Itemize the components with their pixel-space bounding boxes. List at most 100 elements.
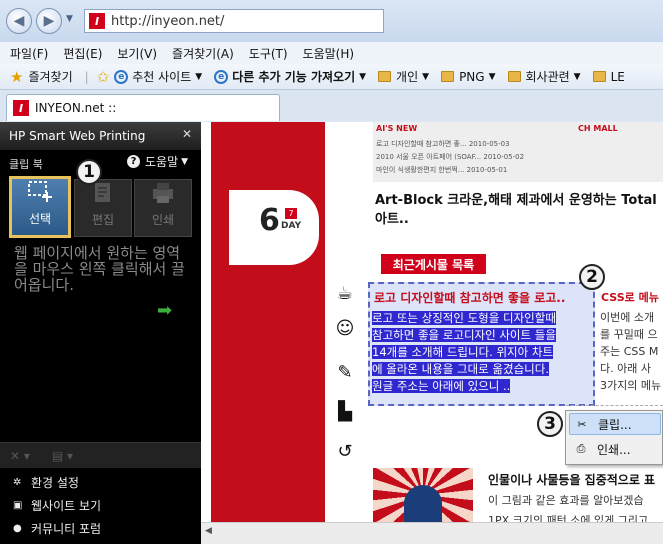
fav-folder-company[interactable]: 회사관련 ▼ bbox=[507, 68, 581, 85]
css-line: 이번에 소개 bbox=[600, 311, 655, 324]
favorites-label: 즐겨찾기 bbox=[28, 70, 73, 84]
add-favorite-icon: ✩ bbox=[96, 67, 110, 86]
user-icon: ● bbox=[13, 523, 22, 534]
document-icon[interactable]: ▤ ▾ bbox=[52, 449, 73, 463]
tab-inyeon[interactable]: I INYEON.net :: bbox=[6, 94, 280, 121]
coffee-icon[interactable]: ☕ bbox=[333, 283, 357, 304]
context-print-label: 인쇄... bbox=[597, 442, 631, 457]
menu-view[interactable]: 보기(V) bbox=[117, 45, 157, 62]
community-link[interactable]: ● 커뮤니티 포럼 bbox=[13, 520, 101, 537]
bottom-post-title[interactable]: 인물이나 사물등을 집중적으로 표 bbox=[488, 471, 655, 488]
help-icon: ? bbox=[127, 155, 140, 168]
horizontal-scrollbar[interactable] bbox=[201, 522, 663, 544]
context-print-item[interactable]: ⎙ 인쇄... bbox=[569, 438, 661, 460]
website-link-label: 웹사이트 보기 bbox=[31, 499, 102, 513]
instruction-text: 웹 페이지에서 원하는 영역을 마우스 왼쪽 클릭해서 끌어옵니다. bbox=[14, 244, 185, 294]
back-button[interactable]: ◀ bbox=[6, 8, 32, 34]
day-number: 6 bbox=[259, 203, 280, 238]
favorites-bar: ★ 즐겨찾기 | ✩ e 추천 사이트 ▼ e 다른 추가 기능 가져오기 ▼ 개인 ▼ PN… bbox=[0, 64, 663, 90]
ie-icon: e bbox=[114, 69, 129, 84]
menu-bar: 파일(F) 편집(E) 보기(V) 즐겨찾기(A) 도구(T) 도움말(H) bbox=[0, 42, 663, 64]
help-button[interactable]: ? 도움말 ▼ bbox=[127, 153, 188, 170]
delete-icon[interactable]: ✕ ▾ bbox=[10, 449, 30, 463]
chevron-down-icon: ▼ bbox=[422, 71, 430, 82]
community-link-label: 커뮤니티 포럼 bbox=[31, 522, 102, 536]
post-line: 원글 주소는 아래에 있으니 .. bbox=[372, 379, 511, 393]
forward-button[interactable]: ▶ bbox=[36, 8, 62, 34]
context-clip-item[interactable]: ✂ 클립... bbox=[569, 413, 661, 435]
post-title[interactable]: 로고 디자인할때 참고하면 좋을 로고.. bbox=[374, 289, 565, 306]
refresh-icon[interactable]: ↺ bbox=[333, 441, 357, 462]
news-line: 2010 서울 오픈 아트페어 (SOAF... 2010-05-02 bbox=[376, 153, 525, 161]
menu-favorites[interactable]: 즐겨찾기(A) bbox=[172, 45, 234, 62]
site-red-sidebar bbox=[211, 122, 325, 522]
clip-tools-bar: ✕ ▾ ▤ ▾ bbox=[0, 442, 201, 468]
divider bbox=[566, 405, 663, 406]
clipbook-label[interactable]: 클립 북 bbox=[9, 156, 43, 172]
folder-icon bbox=[441, 71, 455, 82]
edit-tool-label: 편집 bbox=[91, 213, 115, 227]
css-line: 주는 CSS M bbox=[600, 345, 659, 358]
fav-item-label: 개인 bbox=[396, 70, 419, 84]
settings-link[interactable]: ✲ 환경 설정 bbox=[13, 474, 79, 491]
bottom-post-text: 이 그림과 같은 효과를 알아보겠습 bbox=[488, 494, 644, 507]
scissors-icon: ✂ bbox=[577, 417, 587, 431]
print-tool-button[interactable]: 인쇄 bbox=[134, 179, 192, 237]
edit-document-icon bbox=[95, 183, 110, 202]
favorites-button[interactable]: ★ 즐겨찾기 bbox=[10, 68, 73, 86]
post-body: 로고 또는 상징적인 도형을 디자인할때 참고하면 좋을 로고디자인 사이트 들… bbox=[372, 310, 592, 395]
post-line: 로고 또는 상징적인 도형을 디자인할때 bbox=[372, 311, 556, 325]
step-badge-1: 1 bbox=[76, 159, 102, 185]
chevron-down-icon: ▼ bbox=[195, 71, 203, 82]
css-line: 를 꾸밀때 으 bbox=[600, 328, 658, 341]
fav-item-label: 회사관련 bbox=[525, 70, 570, 84]
fav-item-label: 다른 추가 기능 가져오기 bbox=[232, 70, 356, 84]
folder-icon bbox=[592, 71, 606, 82]
arrow-right-icon[interactable]: ➡ bbox=[157, 300, 172, 321]
step-badge-2: 2 bbox=[579, 264, 605, 290]
website-link[interactable]: ▣ 웹사이트 보기 bbox=[13, 497, 101, 514]
ie-icon: e bbox=[214, 69, 229, 84]
monitor-icon: ▣ bbox=[13, 500, 23, 511]
fav-folder-le[interactable]: LE bbox=[592, 70, 625, 84]
select-tool-button[interactable]: 선택 bbox=[9, 176, 71, 238]
menu-tools[interactable]: 도구(T) bbox=[249, 45, 288, 62]
favorites-star-icon: ★ bbox=[10, 67, 24, 86]
select-tool-label: 선택 bbox=[28, 212, 52, 226]
fav-get-addons[interactable]: e 다른 추가 기능 가져오기 ▼ bbox=[214, 68, 366, 85]
select-region-icon bbox=[28, 181, 52, 202]
chevron-down-icon: ▼ bbox=[359, 71, 367, 82]
post-line: 14개를 소개해 드립니다. 위지아 차트 bbox=[372, 345, 554, 359]
scroll-left-icon[interactable]: ◀ bbox=[205, 526, 212, 536]
close-icon[interactable]: ✕ bbox=[182, 127, 192, 141]
mall-heading: CH MALL bbox=[578, 124, 618, 133]
menu-help[interactable]: 도움말(H) bbox=[303, 45, 355, 62]
tab-title: INYEON.net :: bbox=[35, 101, 117, 115]
css-line: 다. 아래 사 bbox=[600, 362, 651, 375]
edit-tool-button[interactable]: 편집 bbox=[74, 179, 132, 237]
folder-icon bbox=[507, 71, 521, 82]
step-badge-3: 3 bbox=[537, 411, 563, 437]
fav-suggested-sites[interactable]: ✩ e 추천 사이트 ▼ bbox=[97, 68, 203, 86]
building-icon[interactable]: ▙ bbox=[333, 401, 357, 422]
printer-icon: ⎙ bbox=[576, 442, 586, 455]
gear-icon: ✲ bbox=[13, 477, 22, 488]
headline-link[interactable]: Art-Block 크라운,해태 제과에서 운영하는 Total아트.. bbox=[375, 189, 663, 227]
pencil-icon[interactable]: ✎ bbox=[333, 362, 357, 383]
history-dropdown-icon[interactable]: ▼ bbox=[66, 14, 73, 24]
menu-file[interactable]: 파일(F) bbox=[10, 45, 48, 62]
url-field[interactable]: I http://inyeon.net/ bbox=[84, 9, 384, 33]
panel-title: HP Smart Web Printing bbox=[0, 122, 201, 150]
css-post-title[interactable]: CSS로 메뉴 bbox=[601, 289, 659, 305]
chevron-down-icon: ▼ bbox=[488, 71, 496, 82]
url-text: http://inyeon.net/ bbox=[111, 13, 225, 29]
fav-folder-png[interactable]: PNG ▼ bbox=[441, 70, 496, 84]
css-line: 3가지의 메뉴 bbox=[600, 379, 662, 392]
menu-edit[interactable]: 편집(E) bbox=[63, 45, 102, 62]
headphones-icon[interactable]: ☺ bbox=[333, 318, 357, 339]
context-clip-label: 클립... bbox=[598, 417, 632, 432]
printer-icon bbox=[153, 183, 173, 203]
fav-folder-personal[interactable]: 개인 ▼ bbox=[378, 68, 429, 85]
news-heading: AI'S NEW bbox=[376, 124, 418, 133]
settings-link-label: 환경 설정 bbox=[31, 476, 79, 490]
